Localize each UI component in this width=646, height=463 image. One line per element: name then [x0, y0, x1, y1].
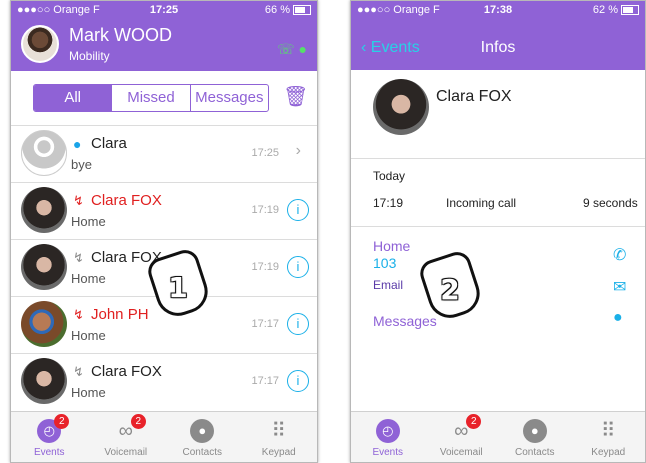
missed-call-icon: ↯	[73, 193, 84, 208]
call-duration: 9 seconds	[583, 196, 638, 210]
event-time: 17:17	[251, 375, 279, 387]
tab-voicemail[interactable]: ∞ 2 Voicemail	[88, 412, 165, 462]
tap-hand-icon: 1	[139, 246, 214, 322]
step-number: 2	[440, 273, 460, 306]
avatar	[21, 130, 67, 176]
event-subtitle: Home	[71, 271, 106, 286]
tab-events[interactable]: ◴ 2 Events	[11, 412, 88, 462]
home-number[interactable]: 103	[373, 255, 396, 271]
presence-icons[interactable]: ☏ ●	[277, 41, 307, 58]
home-label[interactable]: Home	[373, 238, 410, 254]
call-type: Incoming call	[446, 196, 517, 210]
keypad-icon: ⠿	[271, 420, 287, 442]
status-bar: ●●●○○ Orange F 17:38 62 %	[351, 1, 645, 19]
filter-messages[interactable]: Messages	[189, 85, 268, 111]
tab-contacts[interactable]: ● Contacts	[498, 412, 572, 462]
contact-name: Clara FOX	[436, 88, 512, 105]
battery-percent: 62 %	[592, 4, 618, 16]
badge-count: 2	[466, 414, 482, 429]
event-time: 17:25	[251, 147, 279, 159]
trash-icon[interactable]: 🗑	[283, 84, 308, 109]
tab-label: Voicemail	[439, 447, 483, 458]
avatar	[21, 301, 67, 347]
tab-label: Contacts	[182, 447, 222, 458]
tab-bar: ◴ 2 Events ∞ 2 Voicemail ● Contacts ⠿ Ke…	[11, 411, 317, 462]
step-number: 1	[168, 271, 188, 304]
contact-name: Clara FOX	[91, 192, 162, 209]
user-avatar[interactable]	[21, 25, 59, 63]
avatar	[21, 244, 67, 290]
tab-label: Keypad	[591, 447, 626, 458]
badge-count: 2	[54, 414, 70, 429]
call-time: 17:19	[373, 196, 404, 210]
tab-label: Keypad	[261, 447, 296, 458]
presence-available-icon: ●	[298, 41, 307, 57]
event-subtitle: Home	[71, 328, 106, 343]
tab-voicemail[interactable]: ∞ 2 Voicemail	[425, 412, 499, 462]
event-filter: All Missed Messages	[33, 84, 269, 112]
avatar	[21, 358, 67, 404]
event-time: 17:19	[251, 204, 279, 216]
contact-name: Clara FOX	[91, 363, 162, 380]
email-label[interactable]: Email	[373, 278, 403, 292]
wifi-call-icon: ☏	[277, 41, 295, 57]
missed-call-icon: ↯	[73, 307, 84, 322]
filter-missed[interactable]: Missed	[111, 85, 189, 111]
tab-label: Voicemail	[104, 447, 148, 458]
battery-indicator: 62 %	[593, 1, 639, 19]
tab-keypad[interactable]: ⠿ Keypad	[241, 412, 318, 462]
user-header: ●●●○○ Orange F 17:25 66 % Mark WOOD Mobi…	[11, 1, 317, 71]
event-row[interactable]: ● Clara bye 17:25 ›	[11, 125, 317, 182]
badge-count: 2	[130, 414, 146, 429]
event-row[interactable]: ↯ Clara FOX Home 17:19 i	[11, 182, 317, 239]
incoming-call-icon: ↯	[73, 250, 84, 265]
tab-events[interactable]: ◴ Events	[351, 412, 425, 462]
chat-bubble-icon[interactable]: ●	[613, 309, 623, 327]
contacts-icon: ●	[522, 419, 547, 443]
phone-call-icon[interactable]: ✆	[613, 245, 626, 265]
divider	[351, 226, 645, 227]
user-name: Mark WOOD	[69, 25, 172, 45]
event-subtitle: bye	[71, 157, 92, 172]
contact-avatar	[373, 79, 429, 135]
tab-contacts[interactable]: ● Contacts	[164, 412, 241, 462]
tab-label: Contacts	[515, 447, 555, 458]
incoming-call-icon: ↯	[73, 364, 84, 379]
tab-label: Events	[372, 447, 404, 458]
avatar	[21, 187, 67, 233]
event-subtitle: Home	[71, 385, 106, 400]
tab-keypad[interactable]: ⠿ Keypad	[572, 412, 646, 462]
contact-name: Clara	[91, 135, 127, 152]
page-title: Infos	[480, 39, 516, 56]
event-time: 17:19	[251, 261, 279, 273]
event-subtitle: Home	[71, 214, 106, 229]
info-icon[interactable]: i	[287, 256, 309, 278]
tab-bar: ◴ Events ∞ 2 Voicemail ● Contacts ⠿ Keyp…	[351, 411, 645, 462]
nav-header: ●●●○○ Orange F 17:38 62 % ‹ Events Infos	[351, 1, 645, 70]
info-icon[interactable]: i	[287, 313, 309, 335]
battery-indicator: 66 %	[265, 1, 311, 19]
battery-percent: 66 %	[264, 4, 290, 16]
chevron-right-icon[interactable]: ›	[296, 142, 301, 160]
divider	[351, 158, 645, 159]
message-icon: ●	[73, 136, 82, 152]
email-icon[interactable]: ✉	[613, 277, 626, 297]
tab-label: Events	[33, 447, 65, 458]
history-date: Today	[373, 169, 406, 183]
tap-hand-icon: 2	[411, 248, 486, 324]
info-icon[interactable]: i	[287, 370, 309, 392]
filter-all[interactable]: All	[34, 85, 112, 111]
contacts-icon: ●	[190, 419, 215, 443]
battery-icon	[621, 5, 639, 16]
user-status: Mobility	[69, 49, 110, 63]
phone-screen-events: ●●●○○ Orange F 17:25 66 % Mark WOOD Mobi…	[10, 0, 318, 463]
status-bar: ●●●○○ Orange F 17:25 66 %	[11, 1, 317, 19]
battery-icon	[293, 5, 311, 16]
phone-screen-infos: ●●●○○ Orange F 17:38 62 % ‹ Events Infos…	[350, 0, 646, 463]
clock-icon: ◴	[375, 419, 400, 443]
info-icon[interactable]: i	[287, 199, 309, 221]
event-row[interactable]: ↯ Clara FOX Home 17:17 i	[11, 353, 317, 410]
keypad-icon: ⠿	[600, 420, 616, 442]
event-time: 17:17	[251, 318, 279, 330]
